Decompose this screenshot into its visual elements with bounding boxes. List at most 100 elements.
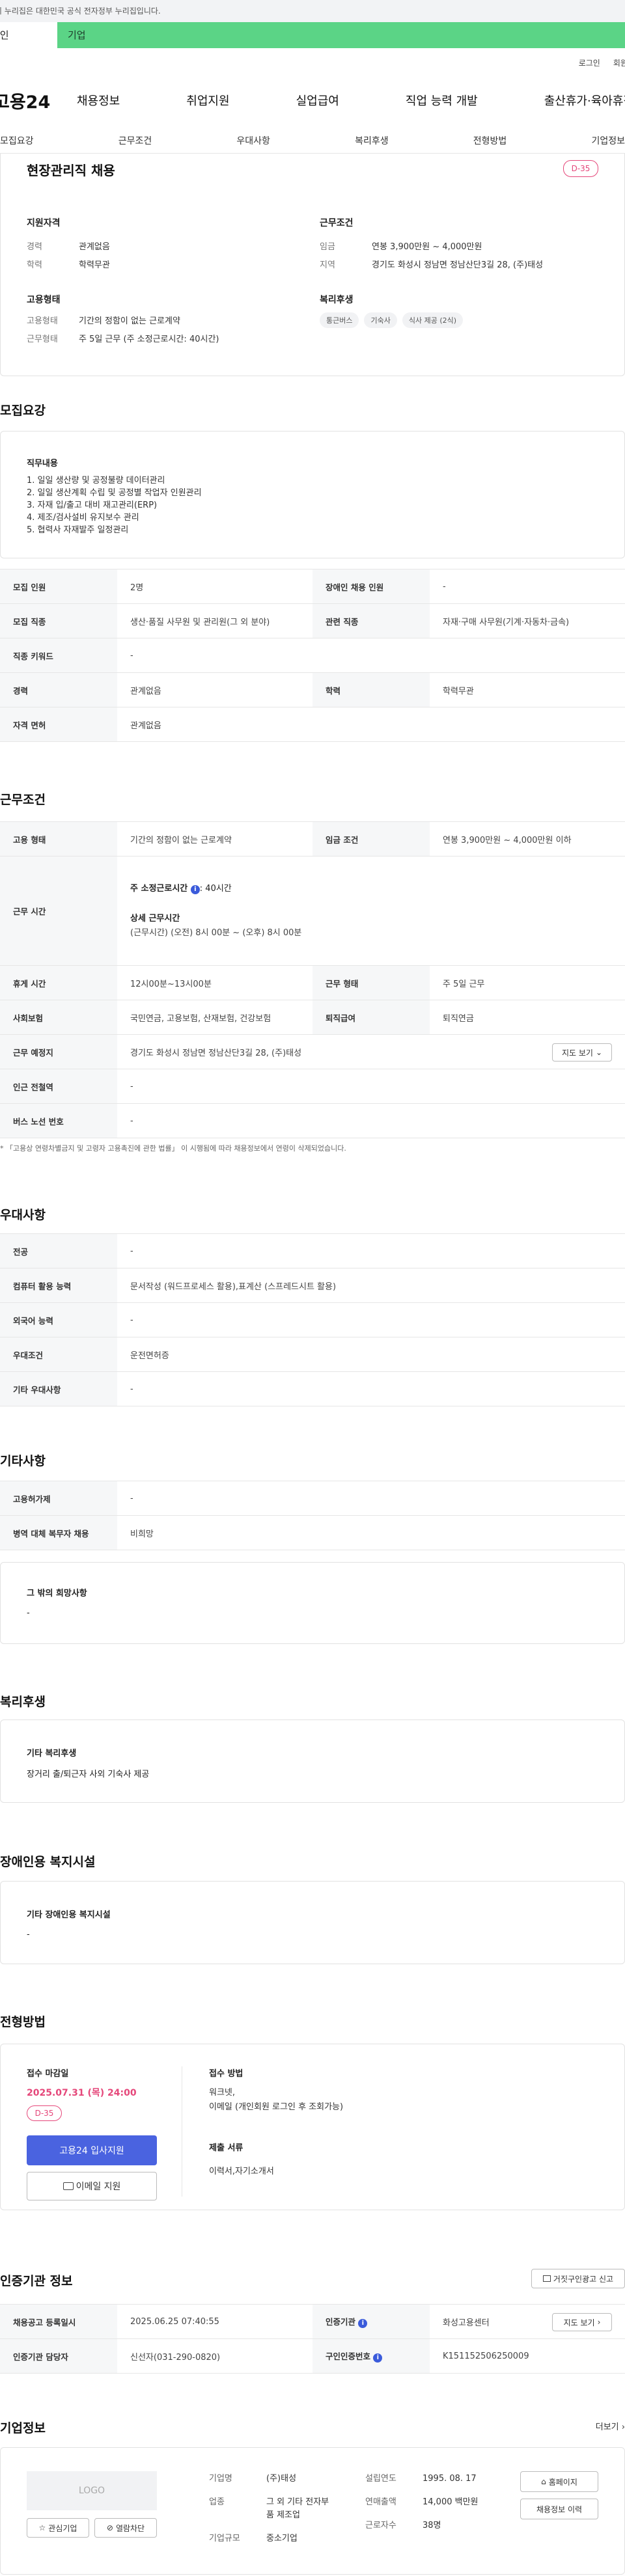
table-row: 외국어 능력 -	[0, 1302, 625, 1337]
deadline-label: 접수 마감일	[27, 2069, 69, 2079]
detail-hours-label: 상세 근무시간	[130, 913, 180, 924]
table-row: 모집 직종 생산·품질 사무원 및 관리원(그 외 분야) 관련 직종 자재·구매 …	[0, 603, 625, 638]
wage-value: 연봉 3,900만원 ~ 4,000만원	[372, 242, 482, 252]
tab-recruit[interactable]: 모집요강	[0, 134, 34, 153]
section-title-company: 기업정보	[0, 2421, 46, 2435]
welfare-box: 기타 복리후생 장거리 출/퇴근자 사외 기숙사 제공	[0, 1720, 625, 1803]
dday-badge: D-35	[563, 160, 598, 177]
chevron-right-icon: ›	[621, 2422, 625, 2432]
emp-heading: 고용형태	[27, 295, 61, 305]
map-button[interactable]: 지도 보기 ⌄	[552, 1043, 612, 1062]
table-row: 버스 노선 번호 -	[0, 1103, 625, 1138]
gnb-item-support[interactable]: 취업지원	[186, 92, 229, 109]
etc-table: 고용허가제 - 병역 대체 복무자 채용 비희망	[0, 1481, 625, 1550]
gnb-item-benefit[interactable]: 실업급여	[296, 92, 339, 109]
info-icon[interactable]: i	[358, 2318, 368, 2328]
login-link[interactable]: 로그인	[579, 57, 600, 68]
deadline-value: 2025.07.31 (목) 24:00	[27, 2088, 137, 2098]
tab-pref[interactable]: 우대사항	[236, 134, 270, 153]
table-row: 경력 관계없음 학력 학력무관	[0, 672, 625, 707]
table-row: 컴퓨터 활용 능력 문서작성 (워드프로세스 활용),표계산 (스프레드시트 활용…	[0, 1268, 625, 1303]
welfare-chip: 통근버스	[320, 312, 359, 328]
table-row: 모집 인원 2명 장애인 채용 인원 -	[0, 569, 625, 604]
disability-value: -	[27, 1930, 30, 1939]
company-more-link[interactable]: 더보기 ›	[596, 2420, 625, 2432]
section-title-pref: 우대사항	[0, 1208, 46, 1222]
recruit-history-button[interactable]: 채용정보 이력	[520, 2499, 598, 2519]
email-apply-button[interactable]: 이메일 지원	[27, 2172, 157, 2200]
work-table: 고용 형태 기간의 정함이 없는 근로계약 임금 조건 연봉 3,900만원 ~ 4…	[0, 821, 625, 1138]
welfare-heading: 복리후생	[320, 295, 354, 305]
pref-table: 전공 - 컴퓨터 활용 능력 문서작성 (워드프로세스 활용),표계산 (스프레드시…	[0, 1233, 625, 1406]
company-name: (주)태성	[266, 2474, 297, 2484]
table-row: 채용공고 등록일시 2025.06.25 07:40:55 인증기관 i 화성고용…	[0, 2304, 625, 2339]
wish-heading: 그 밖의 희망사항	[27, 1589, 87, 1598]
table-row: 기타 우대사항 -	[0, 1371, 625, 1406]
table-row: 병역 대체 복무자 채용 비희망	[0, 1515, 625, 1550]
section-title-recruit: 모집요강	[0, 404, 46, 418]
gnb-item-leave[interactable]: 출산휴가·육아휴직	[544, 92, 625, 109]
weekly-hours-label: 주 소정근로시간	[130, 883, 188, 894]
tab-company[interactable]: 기업정보	[591, 134, 625, 153]
tab-welfare[interactable]: 복리후생	[355, 134, 389, 153]
global-nav: 고용24 채용정보 취업지원 실업급여 직업 능력 개발 출산휴가·육아휴직	[0, 86, 625, 115]
detail-hours-value: (근무시간) (오전) 8시 00분 ~ (오후) 8시 00분	[130, 927, 302, 938]
edu-value: 학력무관	[79, 260, 110, 270]
company-employees: 38명	[423, 2521, 441, 2530]
block-company-button[interactable]: ⊘ 열람차단	[94, 2518, 157, 2538]
tab-company[interactable]: 기업	[57, 22, 625, 48]
table-row: 근무 예정지 경기도 화성시 정남면 정남산단3길 28, (주)태성 지도 보…	[0, 1034, 625, 1069]
cert-table: 채용공고 등록일시 2025.06.25 07:40:55 인증기관 i 화성고용…	[0, 2304, 625, 2374]
table-row: 인증기관 담당자 신선자(031-290-0820) 구인인증번호 i K1511…	[0, 2338, 625, 2374]
star-icon: ☆	[38, 2523, 46, 2532]
gnb-item-jobs[interactable]: 채용정보	[77, 92, 120, 109]
method-label: 접수 방법	[209, 2069, 243, 2079]
gov-banner-text: 이 누리집은 대한민국 공식 전자정부 누리집입니다.	[0, 7, 161, 16]
section-title-etc: 기타사항	[0, 1454, 46, 1468]
company-industry: 그 외 기타 전자부 품 제조업	[266, 2497, 329, 2520]
company-size: 중소기업	[266, 2534, 298, 2543]
process-dday-badge: D-35	[27, 2105, 62, 2121]
section-title-welfare: 복리후생	[0, 1695, 46, 1709]
process-box: 접수 마감일 2025.07.31 (목) 24:00 D-35 고용24 입사…	[0, 2044, 625, 2210]
tab-process[interactable]: 전형방법	[473, 134, 507, 153]
interest-company-button[interactable]: ☆ 관심기업	[27, 2518, 89, 2538]
report-fake-ad-button[interactable]: 거짓구인광고 신고	[531, 2269, 625, 2288]
homepage-button[interactable]: ⌂ 홈페이지	[520, 2471, 598, 2492]
company-founded: 1995. 08. 17	[423, 2474, 477, 2484]
duty-heading: 직무내용	[27, 459, 58, 469]
tab-individual[interactable]: 개인	[0, 22, 57, 48]
org-map-button[interactable]: 지도 보기 ›	[552, 2313, 612, 2331]
gnb-item-training[interactable]: 직업 능력 개발	[406, 92, 478, 109]
info-icon[interactable]: i	[190, 884, 200, 894]
emp-type-value: 기간의 정함이 없는 근로계약	[79, 316, 180, 326]
util-links: 로그인 회원가입	[579, 57, 625, 68]
site-logo[interactable]: 고용24	[0, 88, 77, 113]
table-row: 근무 시간 주 소정근로시간 i: 40시간 상세 근무시간 (근무시간) (오…	[0, 856, 625, 966]
mail-icon	[62, 2182, 74, 2190]
table-row: 직종 키워드 -	[0, 638, 625, 673]
cond-heading: 근무조건	[320, 218, 354, 228]
wish-value: -	[27, 1608, 30, 1618]
work-type-value: 주 5일 근무 (주 소정근로시간: 40시간)	[79, 335, 219, 344]
table-row: 사회보험 국민연금, 고용보험, 산재보험, 건강보험 퇴직급여 퇴직연금	[0, 1000, 625, 1035]
tab-work[interactable]: 근무조건	[118, 134, 152, 153]
join-link[interactable]: 회원가입	[613, 57, 625, 68]
table-row: 자격 면허 관계없음	[0, 707, 625, 742]
duty-box: 직무내용 1. 일일 생산량 및 공정불량 데이터관리 2. 일일 생산계획 수…	[0, 431, 625, 558]
apply-button[interactable]: 고용24 입사지원	[27, 2135, 157, 2165]
age-notice: * 「고용상 연령차별금지 및 고령자 고용촉진에 관한 법률」 이 시행됨에 …	[0, 1144, 346, 1153]
table-row: 휴게 시간 12시00분~13시00분 근무 형태 주 5일 근무	[0, 965, 625, 1000]
location-value: 경기도 화성시 정남면 정남산단3길 28, (주)태성	[372, 260, 544, 270]
welfare-box-heading: 기타 복리후생	[27, 1749, 77, 1759]
company-sales: 14,000 백만원	[423, 2497, 479, 2507]
org-value: 화성고용센터	[443, 2318, 490, 2328]
recruit-table: 모집 인원 2명 장애인 채용 인원 - 모집 직종 생산·품질 사무원 및 관리원(…	[0, 569, 625, 742]
company-info-right: 설립연도 1995. 08. 17 연매출액 14,000 백만원 근로자수 38명	[365, 2473, 479, 2532]
qual-heading: 지원자격	[27, 218, 61, 228]
info-icon[interactable]: i	[373, 2353, 383, 2363]
duty-item: 1. 일일 생산량 및 공정불량 데이터관리	[27, 476, 165, 486]
section-title-work: 근무조건	[0, 793, 46, 807]
weekly-hours-value: : 40시간	[199, 883, 232, 894]
method-value: 워크넷, 이메일 (개인회원 로그인 후 조회가능)	[209, 2088, 344, 2112]
